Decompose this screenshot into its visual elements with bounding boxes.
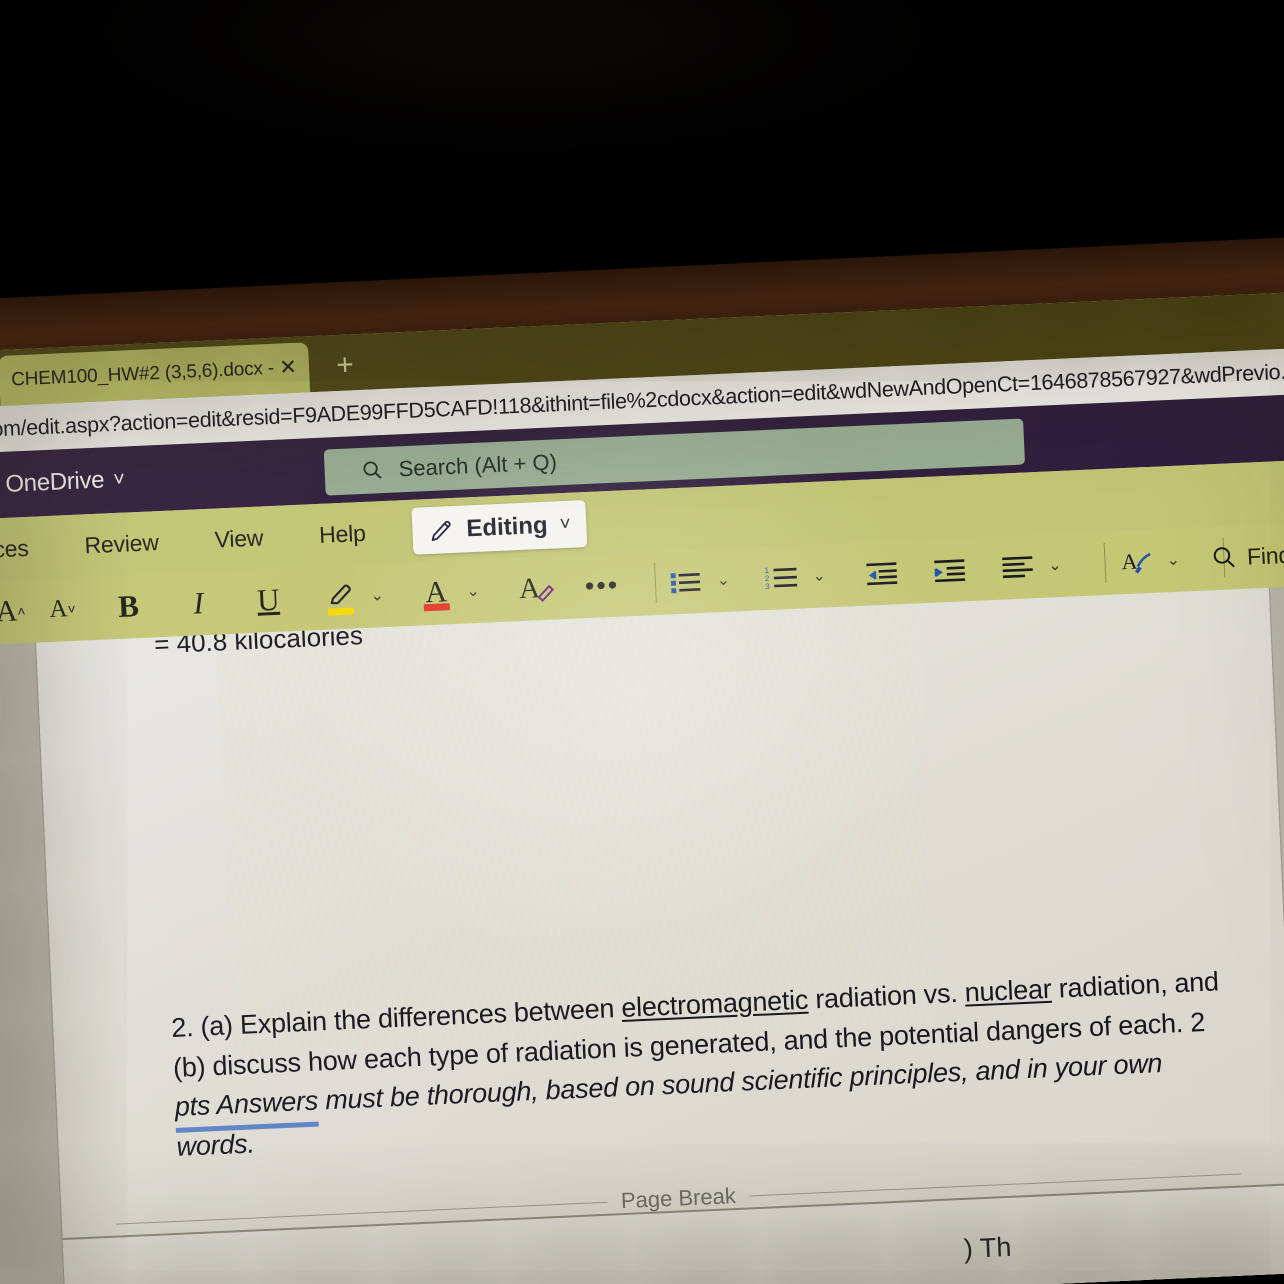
highlight-color-swatch [327, 607, 355, 616]
photo-of-laptop-screen: CHEM100_HW#2 (3,5,6).docx - M ✕ + om/edi… [0, 0, 1284, 1284]
ribbon-tab-references[interactable]: nces [0, 534, 29, 563]
chevron-down-icon: ⌄ [370, 587, 385, 605]
new-tab-button[interactable]: + [329, 348, 360, 382]
bullet-list-button[interactable] [670, 555, 702, 608]
clear-formatting-glyph: A [518, 571, 541, 605]
onedrive-label: o OneDrive [0, 466, 105, 498]
clear-formatting-button[interactable]: A [518, 562, 555, 615]
search-icon [360, 458, 385, 483]
saved-to-onedrive-button[interactable]: o OneDrive ˅ [0, 466, 125, 500]
find-label: Find [1246, 541, 1284, 570]
more-options-button[interactable]: ••• [584, 559, 620, 612]
search-placeholder: Search (Alt + Q) [398, 449, 558, 482]
paragraph-segment-2: radiation vs. [807, 977, 966, 1015]
laptop-screen: CHEM100_HW#2 (3,5,6).docx - M ✕ + om/edi… [0, 289, 1284, 1284]
ribbon-tab-help[interactable]: Help [319, 519, 367, 548]
styles-pane-chevron[interactable]: ⌄ [1154, 533, 1186, 586]
caret-up-icon: ˄ [16, 603, 26, 620]
paragraph-align-chevron[interactable]: ⌄ [1036, 539, 1068, 592]
grow-font-button[interactable]: A ˄ [0, 585, 27, 638]
close-icon[interactable]: ✕ [274, 355, 301, 382]
toolbar-divider [654, 563, 657, 604]
bold-button[interactable]: B [112, 580, 144, 633]
numbered-list-icon: 1 2 3 [765, 564, 800, 591]
underline-button[interactable]: U [252, 574, 284, 627]
align-left-icon [1001, 553, 1034, 580]
ellipsis-icon: ••• [584, 569, 620, 601]
pencil-icon [428, 516, 455, 543]
ribbon-tab-view[interactable]: View [214, 524, 264, 553]
document-page[interactable]: = 40.8 kilocalories 2. (a) Explain the d… [35, 587, 1284, 1284]
chevron-down-icon: ˅ [112, 468, 126, 491]
highlighted-phrase-pts-answers: pts Answers [174, 1082, 319, 1128]
bullet-list-icon [670, 568, 703, 595]
font-with-brush-icon: A [1120, 546, 1153, 577]
font-color-chevron[interactable]: ⌄ [454, 565, 486, 618]
chevron-down-icon: ⌄ [466, 582, 481, 601]
editing-mode-button[interactable]: Editing ˅ [411, 500, 588, 555]
chevron-down-icon: ˅ [559, 513, 572, 535]
chevron-down-icon: ⌄ [716, 571, 731, 590]
find-button[interactable]: Find ⌄ [1213, 529, 1284, 583]
bold-label: B [117, 588, 140, 624]
font-color-button[interactable]: A [420, 566, 452, 619]
document-paragraph[interactable]: 2. (a) Explain the differences between e… [170, 962, 1236, 1168]
paragraph-align-button[interactable] [1002, 540, 1034, 593]
text-highlight-color-button[interactable] [324, 570, 356, 623]
svg-text:3: 3 [765, 582, 770, 591]
bullet-list-chevron[interactable]: ⌄ [704, 553, 736, 606]
caret-down-icon: ˅ [67, 600, 77, 618]
grow-font-glyph: A [0, 594, 19, 629]
chevron-down-icon: ⌄ [812, 567, 827, 586]
numbered-list-chevron[interactable]: ⌄ [800, 549, 832, 602]
underlined-word-electromagnetic: electromagnetic [620, 984, 809, 1023]
svg-text:A: A [1121, 549, 1138, 575]
increase-indent-icon [933, 556, 968, 583]
editing-label: Editing [465, 511, 549, 542]
chevron-down-icon: ⌄ [1166, 551, 1181, 570]
italic-button[interactable]: I [182, 577, 214, 630]
increase-indent-button[interactable] [934, 543, 966, 596]
decrease-indent-icon [865, 559, 900, 586]
toolbar-divider [1104, 543, 1107, 583]
highlight-chevron[interactable]: ⌄ [358, 569, 390, 622]
decrease-indent-button[interactable] [866, 546, 898, 599]
ribbon-tab-review[interactable]: Review [84, 529, 159, 559]
numbered-list-button[interactable]: 1 2 3 [765, 551, 800, 604]
search-icon [1209, 543, 1238, 572]
chevron-down-icon: ⌄ [1047, 556, 1063, 575]
shrink-font-glyph: A [48, 595, 69, 623]
styles-pane-button[interactable]: A [1120, 535, 1152, 588]
underlined-word-nuclear: nuclear [964, 973, 1053, 1008]
browser-tab-title: CHEM100_HW#2 (3,5,6).docx - M [10, 357, 276, 391]
underline-label: U [256, 581, 281, 618]
font-color-swatch [423, 603, 450, 612]
shrink-font-button[interactable]: A ˅ [46, 583, 78, 636]
next-page-text-fragment: ) Th [963, 1231, 1013, 1264]
italic-label: I [192, 585, 205, 621]
